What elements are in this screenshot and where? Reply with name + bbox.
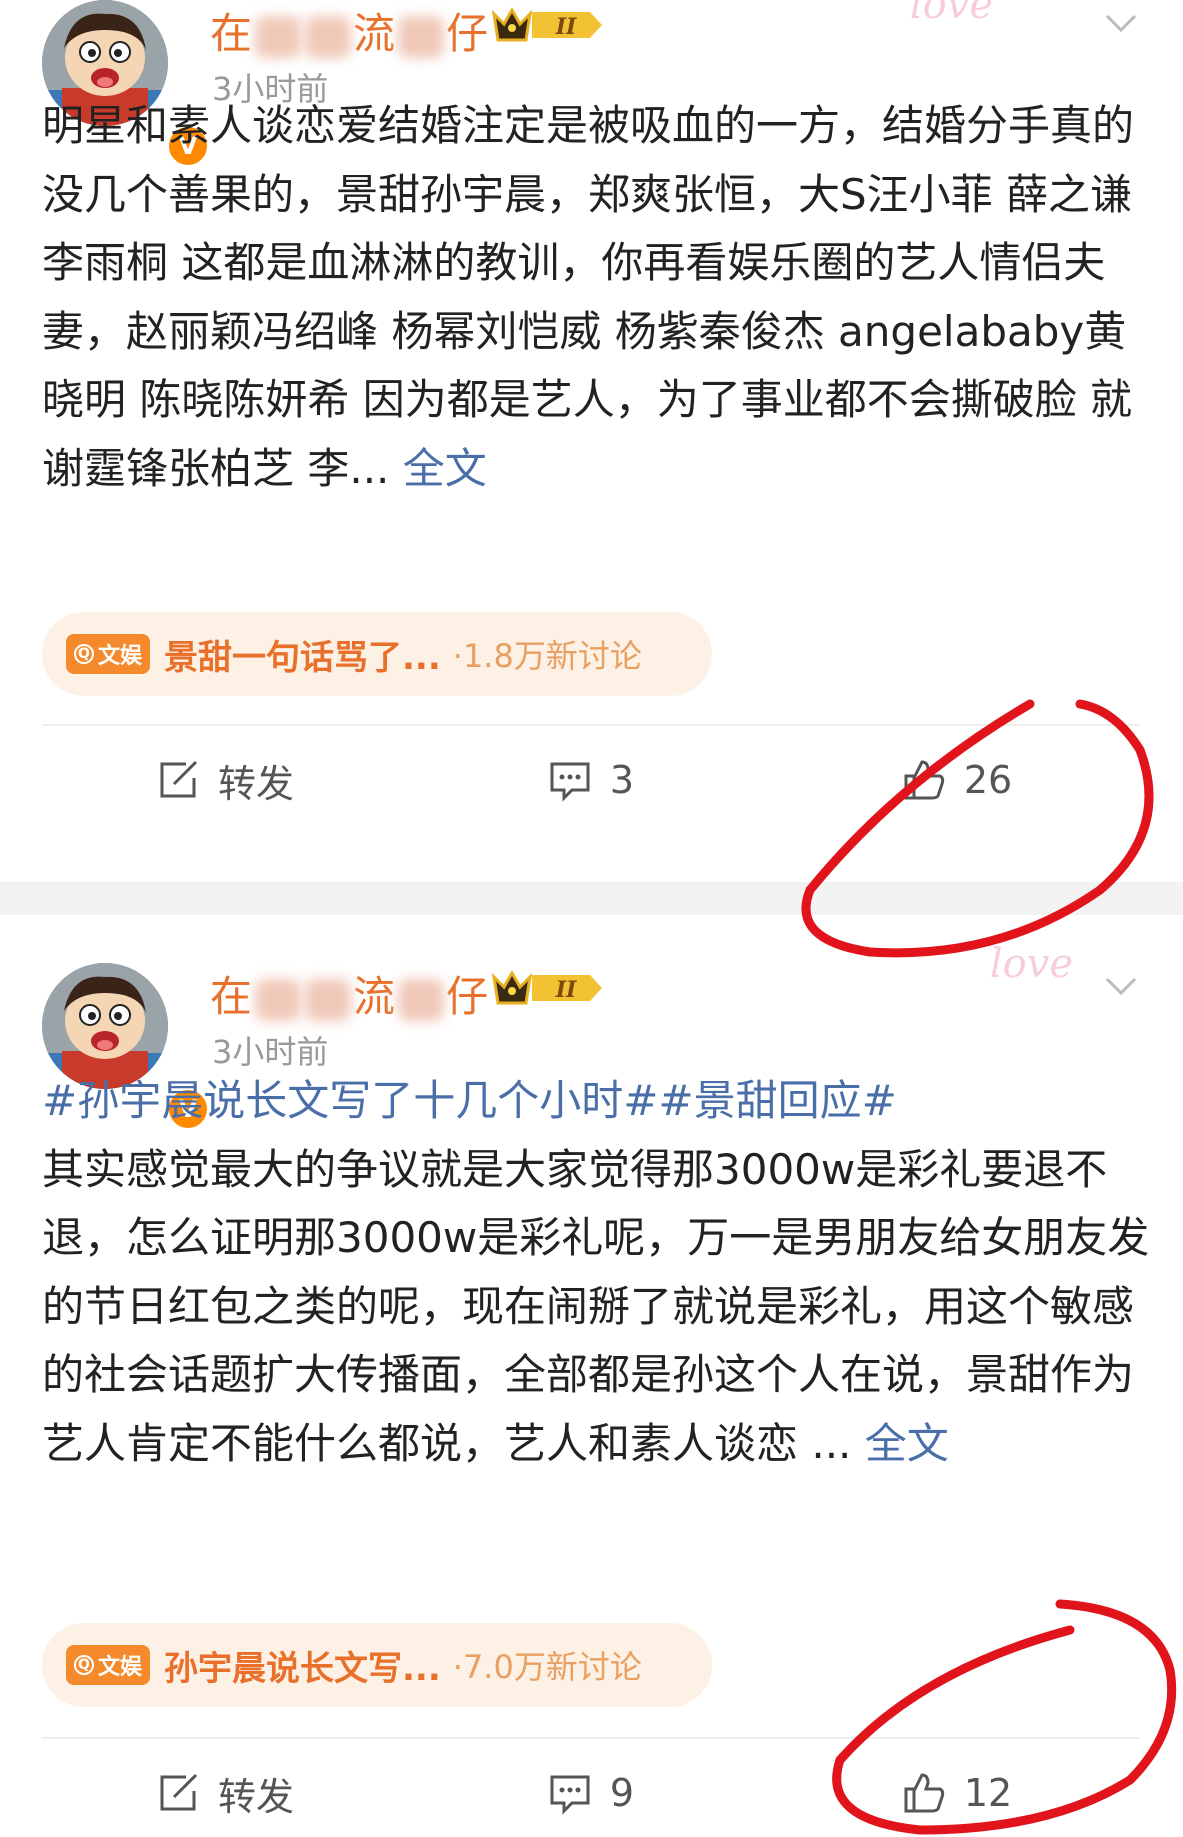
weibo-post: V 在流仔 II 3小时前 love #孙宇晨说长文写了十几个小时##景甜回应#… bbox=[0, 915, 1183, 1837]
repost-button[interactable]: 转发 bbox=[42, 1739, 408, 1837]
username[interactable]: 在流仔 bbox=[210, 0, 489, 61]
repost-button[interactable]: 转发 bbox=[42, 726, 408, 834]
topic-discussion-count: ·7.0万新讨论 bbox=[452, 1648, 642, 1686]
svg-text:II: II bbox=[555, 977, 577, 1003]
blurred-text bbox=[255, 978, 302, 1021]
topic-pill[interactable]: Q 文娱 景甜一句话骂了... ·1.8万新讨论 bbox=[42, 612, 712, 696]
weibo-post: V 在流仔 II 3小时前 love 明星和素人谈恋爱结婚注定是被吸血的一方，结… bbox=[0, 0, 1183, 882]
hashtag-link[interactable]: #孙宇晨说长文写了十几个小时##景甜回应# bbox=[42, 1067, 1167, 1136]
chevron-down-icon[interactable] bbox=[1099, 965, 1143, 1009]
svg-text:II: II bbox=[555, 14, 577, 40]
topic-title: 孙宇晨说长文写... bbox=[164, 1648, 441, 1689]
full-text-link[interactable]: 全文 bbox=[403, 444, 487, 493]
like-button[interactable]: 12 bbox=[774, 1739, 1140, 1837]
blurred-text bbox=[305, 15, 352, 58]
action-bar: 转发 9 12 bbox=[42, 1737, 1140, 1837]
search-icon: Q bbox=[74, 1655, 94, 1675]
post-body: 明星和素人谈恋爱结婚注定是被吸血的一方，结婚分手真的没几个善果的，景甜孙宇晨，郑… bbox=[42, 101, 1135, 493]
blurred-text bbox=[398, 15, 445, 58]
comment-icon bbox=[550, 1775, 590, 1815]
like-button[interactable]: 26 bbox=[774, 726, 1140, 834]
comment-button[interactable]: 3 bbox=[408, 726, 774, 834]
username[interactable]: 在流仔 bbox=[210, 963, 489, 1024]
search-icon: Q bbox=[74, 644, 94, 664]
repost-icon bbox=[160, 760, 198, 798]
topic-category-tag: Q 文娱 bbox=[66, 634, 151, 674]
thumbs-up-icon bbox=[904, 760, 944, 800]
vip-crown-badge-icon: II bbox=[491, 969, 602, 1005]
topic-category-tag: Q 文娱 bbox=[66, 1645, 151, 1685]
topic-pill[interactable]: Q 文娱 孙宇晨说长文写... ·7.0万新讨论 bbox=[42, 1623, 712, 1707]
repost-icon bbox=[160, 1773, 198, 1811]
vip-crown-badge-icon: II bbox=[491, 6, 602, 42]
topic-title: 景甜一句话骂了... bbox=[164, 637, 441, 678]
blurred-text bbox=[305, 978, 352, 1021]
thumbs-up-icon bbox=[904, 1773, 944, 1813]
full-text-link[interactable]: 全文 bbox=[865, 1419, 949, 1468]
comment-icon bbox=[550, 762, 590, 802]
post-separator bbox=[0, 882, 1183, 915]
action-bar: 转发 3 26 bbox=[42, 724, 1140, 834]
love-sticker: love bbox=[989, 941, 1073, 987]
blurred-text bbox=[398, 978, 445, 1021]
topic-discussion-count: ·1.8万新讨论 bbox=[452, 637, 642, 675]
post-body: #孙宇晨说长文写了十几个小时##景甜回应# 其实感觉最大的争议就是大家觉得那30… bbox=[42, 1067, 1167, 1478]
comment-button[interactable]: 9 bbox=[408, 1739, 774, 1837]
blurred-text bbox=[255, 15, 302, 58]
love-sticker: love bbox=[909, 0, 993, 28]
chevron-down-icon[interactable] bbox=[1099, 2, 1143, 46]
